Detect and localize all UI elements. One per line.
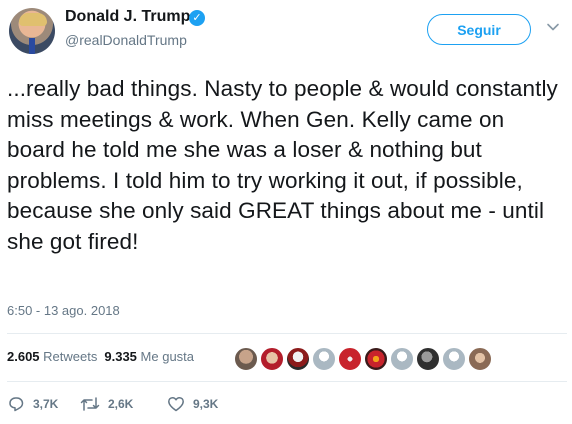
liker-avatar[interactable] — [338, 347, 362, 371]
liker-avatar[interactable] — [390, 347, 414, 371]
liker-avatar[interactable] — [260, 347, 284, 371]
likes-label: Me gusta — [140, 349, 195, 364]
user-handle[interactable]: @realDonaldTrump — [65, 32, 187, 48]
liker-avatar[interactable] — [364, 347, 388, 371]
caret-down-icon[interactable] — [546, 20, 560, 34]
divider-bottom — [7, 381, 567, 382]
retweets-count: 2.605 — [7, 349, 40, 364]
avatar-tie — [29, 38, 35, 54]
retweet-count: 2,6K — [108, 397, 134, 411]
liker-avatar[interactable] — [312, 347, 336, 371]
liker-avatar[interactable] — [442, 347, 466, 371]
likes-count: 9.335 — [104, 349, 137, 364]
liker-avatar[interactable] — [286, 347, 310, 371]
avatar-hair — [19, 13, 47, 26]
tweet-text: ...really bad things. Nasty to people & … — [7, 76, 558, 254]
like-button[interactable]: 9,3K — [167, 395, 218, 413]
display-name[interactable]: Donald J. Trump — [65, 8, 190, 26]
like-icon — [168, 396, 184, 412]
tweet-timestamp[interactable]: 6:50 - 13 ago. 2018 — [7, 303, 120, 318]
liker-avatar[interactable] — [468, 347, 492, 371]
retweet-icon — [80, 397, 100, 411]
likes-stat[interactable]: 9.335 Me gusta — [104, 349, 194, 364]
verified-badge-icon: ✓ — [189, 10, 205, 26]
divider-top — [7, 333, 567, 334]
follow-button[interactable]: Seguir — [427, 14, 531, 45]
tweet-card: Donald J. Trump ✓ @realDonaldTrump Segui… — [0, 0, 572, 424]
retweet-button[interactable]: 2,6K — [80, 395, 133, 413]
liker-avatar[interactable] — [416, 347, 440, 371]
profile-avatar[interactable] — [9, 8, 55, 54]
like-count: 9,3K — [193, 397, 219, 411]
engagement-stats: 2.605 Retweets 9.335 Me gusta — [7, 349, 194, 364]
retweets-label: Retweets — [43, 349, 98, 364]
retweets-stat[interactable]: 2.605 Retweets — [7, 349, 97, 364]
liker-avatar[interactable] — [234, 347, 258, 371]
reply-icon — [9, 397, 24, 412]
reply-count: 3,7K — [33, 397, 59, 411]
reply-button[interactable]: 3,7K — [7, 395, 58, 413]
